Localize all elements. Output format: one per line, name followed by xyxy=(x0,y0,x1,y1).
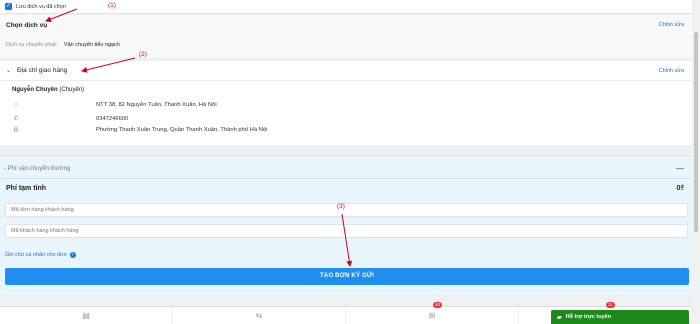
cart-glyph: ⊞ xyxy=(428,311,436,320)
page: ✓ Lưu dịch vụ đã chọn Chọn dịch vụ Chỉnh… xyxy=(0,0,692,324)
scrollbar-thumb[interactable] xyxy=(694,32,698,232)
personal-note-link[interactable]: Ghi chú cá nhân cho đơn ? xyxy=(5,252,76,258)
chevron-down-icon: ⌄ xyxy=(6,68,12,74)
save-service-bar: ✓ Lưu dịch vụ đã chọn xyxy=(0,0,692,14)
service-title: Chọn dịch vụ xyxy=(6,22,48,29)
ward-value: Phường Thanh Xuân Trung, Quận Thanh Xuân… xyxy=(96,126,268,133)
live-support-label: Hỗ trợ trực tuyến xyxy=(565,314,612,320)
chat-icon: ▰ xyxy=(557,314,562,321)
ward-row: ◍ Phường Thanh Xuân Trung, Quận Thanh Xu… xyxy=(12,126,267,134)
create-order-button[interactable]: TẠO ĐƠN KÝ GỬI xyxy=(5,268,689,285)
address-section: ⌄ Địa chỉ giao hàng Chỉnh sửa Nguyễn Chu… xyxy=(0,61,692,145)
save-service-label: Lưu dịch vụ đã chọn xyxy=(16,3,66,10)
recipient-tag: (Chuyên) xyxy=(59,87,85,93)
service-section: Chọn dịch vụ Chỉnh sửa Dịch vụ chuyển ph… xyxy=(0,15,692,58)
shipping-service-row: Dịch vụ chuyển phát: Vận chuyển tiểu ngạ… xyxy=(6,42,120,48)
estimate-label: Phí tạm tính xyxy=(6,185,47,192)
address-header[interactable]: ⌄ Địa chỉ giao hàng xyxy=(6,67,67,74)
personal-note-label: Ghi chú cá nhân cho đơn xyxy=(5,252,67,258)
annotation-label-1: (1) xyxy=(108,2,116,9)
notification-badge: 11 xyxy=(606,302,615,308)
street-row: ⌂ NTT 38, 82 Nguyễn Tuân, Thanh Xuân, Hà… xyxy=(12,102,216,108)
shipping-service-label: Dịch vụ chuyển phát: xyxy=(6,42,58,48)
fee-section-title: - Phí vận chuyển thường xyxy=(4,166,71,172)
globe-icon: ◍ xyxy=(13,127,19,133)
annotation-label-3: (3) xyxy=(337,203,345,210)
order-code-input[interactable] xyxy=(5,203,688,217)
divider xyxy=(0,80,692,81)
annotation-label-2: (2) xyxy=(139,51,147,58)
scrollbar[interactable] xyxy=(692,0,700,324)
cart-icon[interactable]: ⊞ 40 xyxy=(346,302,519,324)
document-icon[interactable]: ▤ xyxy=(0,307,173,324)
phone-row: ✆ 0347246600 xyxy=(12,115,128,123)
home-icon: ⌂ xyxy=(14,102,18,108)
address-title: Địa chỉ giao hàng xyxy=(17,67,68,74)
handshake-icon[interactable]: ⇆ xyxy=(173,307,346,324)
recipient: Nguyễn Chuyên (Chuyên) xyxy=(12,87,84,93)
service-edit-link[interactable]: Chỉnh sửa xyxy=(659,22,684,28)
recipient-name: Nguyễn Chuyên xyxy=(12,87,58,93)
info-icon[interactable]: ? xyxy=(69,252,76,258)
cart-badge: 40 xyxy=(433,302,443,308)
address-edit-link[interactable]: Chỉnh sửa xyxy=(659,68,684,74)
collapse-icon[interactable]: — xyxy=(676,164,684,173)
customer-code-input[interactable] xyxy=(5,224,688,238)
shipping-service-value: Vận chuyển tiểu ngạch xyxy=(63,42,120,48)
live-support-button[interactable]: ▰ Hỗ trợ trực tuyến xyxy=(551,310,689,324)
fee-section: - Phí vận chuyển thường — Phí tạm tính 0… xyxy=(0,155,692,295)
street-value: NTT 38, 82 Nguyễn Tuân, Thanh Xuân, Hà N… xyxy=(96,102,217,108)
save-service-checkbox[interactable]: ✓ xyxy=(5,3,12,10)
divider xyxy=(0,178,692,179)
phone-icon: ✆ xyxy=(13,116,19,122)
phone-value: 0347246600 xyxy=(96,115,129,122)
estimate-value: 0₫ xyxy=(676,185,685,192)
